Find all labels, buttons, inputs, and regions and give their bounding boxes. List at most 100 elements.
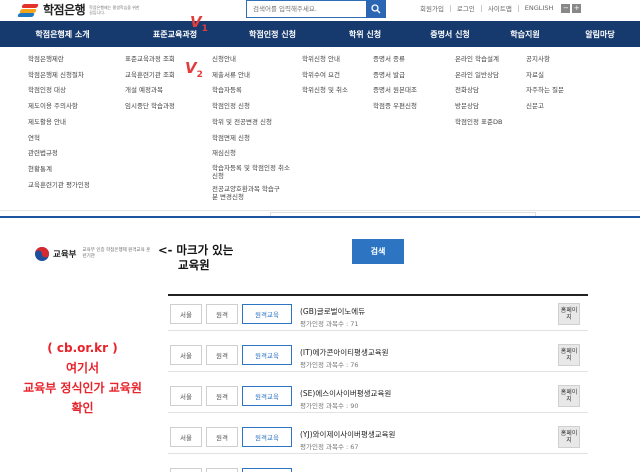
type-tag: 원격	[206, 345, 238, 365]
menu-item[interactable]: 제출서류 안내	[212, 68, 294, 84]
region-tag: 서울	[170, 386, 202, 406]
nav-item-notice[interactable]: 알림마당	[560, 21, 640, 47]
category-tag: 원격교육	[242, 427, 292, 447]
institution-row: 서울 원격 원격교육 (GB)글로벌이노에듀 평가인정 과목수 : 71 홈페이…	[168, 297, 588, 331]
institution-name[interactable]: (SE)에스이사이버평생교육원	[300, 388, 391, 399]
institution-row: 서울 원격 원격교육 (YJ)와이제이사이버평생교육원 평가인정 과목수 : 6…	[168, 420, 588, 454]
font-decrease-button[interactable]: −	[561, 3, 571, 13]
logo-text: 학점은행	[43, 3, 86, 17]
region-tag: 서울	[170, 345, 202, 365]
menu-item[interactable]: 방문상담	[455, 99, 502, 115]
homepage-button[interactable]: 홈페이지	[558, 385, 580, 407]
category-tag: 원격교육	[242, 304, 292, 324]
menu-item[interactable]: 현황통계	[28, 162, 90, 178]
nav-item-degree-application[interactable]: 학위 신청	[320, 21, 410, 47]
institution-count: 평가인정 과목수 : 67	[300, 443, 359, 451]
menu-item[interactable]: 학점인정 대상	[28, 83, 90, 99]
menu-item[interactable]: 공지사항	[526, 52, 564, 68]
moe-certification-mark: 교육부 교육부 인증 학점은행제 원격교육 훈련기관	[34, 246, 152, 262]
annotation-check-1: V1	[190, 13, 208, 35]
english-link[interactable]: ENGLISH	[519, 4, 560, 12]
mark-note-line: 교육원	[178, 258, 210, 272]
category-tag: 원격교육	[242, 345, 292, 365]
menu-item[interactable]: 학점은행제란	[28, 52, 90, 68]
category-tag	[242, 468, 292, 472]
moe-name: 교육부	[53, 250, 77, 260]
main-navigation: 학점은행제 소개 표준교육과정 학점인정 신청 학위 신청 증명서 신청 학습지…	[0, 21, 640, 47]
search-input[interactable]	[247, 1, 365, 17]
menu-item[interactable]: 교육훈련기관 평가인정	[28, 178, 90, 194]
search-submit-button[interactable]: 검색	[352, 239, 404, 264]
login-link[interactable]: 로그인	[451, 3, 481, 13]
menu-item[interactable]: 학습자등록 및 학점인정 취소 신청	[212, 162, 294, 183]
menu-item[interactable]: 전공교양호환과목 학습구분 변경신청	[212, 183, 284, 204]
nav-item-learning-support[interactable]: 학습지원	[490, 21, 560, 47]
homepage-button[interactable]: 홈페이지	[558, 344, 580, 366]
search-button[interactable]	[366, 0, 386, 18]
menu-item[interactable]: 학위 및 전공변경 신청	[212, 115, 294, 131]
menu-item[interactable]: 전화상담	[455, 83, 502, 99]
logo-mark-icon	[17, 3, 40, 17]
region-tag	[170, 468, 202, 472]
menu-item[interactable]: 신문고	[526, 99, 564, 115]
institution-name[interactable]: (IT)에가콘아이티평생교육원	[300, 347, 389, 358]
menu-item[interactable]: 학습자등록	[212, 83, 294, 99]
sitemap-link[interactable]: 사이트맵	[482, 3, 518, 13]
menu-item[interactable]: 신청안내	[212, 52, 294, 68]
menu-item[interactable]: 연혁	[28, 131, 90, 147]
type-tag: 원격	[206, 304, 238, 324]
menu-item[interactable]: 임시중단 학습과정	[125, 99, 175, 115]
menu-item[interactable]: 자주하는 질문	[526, 83, 564, 99]
category-tag: 원격교육	[242, 386, 292, 406]
menu-item[interactable]: 증명서 발급	[373, 68, 417, 84]
search-icon	[371, 4, 381, 14]
red-annotation-line: 확인	[71, 401, 94, 415]
annotation-check-2: V2	[185, 59, 203, 81]
menu-item[interactable]: 온라인 일반상담	[455, 68, 502, 84]
font-increase-button[interactable]: +	[572, 3, 582, 13]
menu-item[interactable]: 학점은행제 신청절차	[28, 68, 90, 84]
logo-subtitle: 학점은행제는 평생학습을 위한 길입니다.	[89, 4, 140, 15]
menu-item[interactable]: 제도이용 주의사항	[28, 99, 90, 115]
menu-item[interactable]: 제도활용 안내	[28, 115, 90, 131]
institution-count: 평가인정 과목수 : 71	[300, 320, 359, 328]
nav-item-standard-curriculum[interactable]: 표준교육과정	[125, 21, 225, 47]
menu-item[interactable]: 학점증 우편신청	[373, 99, 417, 115]
institution-name[interactable]: (YJ)와이제이사이버평생교육원	[300, 429, 395, 440]
type-tag: 원격	[206, 386, 238, 406]
institution-name[interactable]: (GB)글로벌이노에듀	[300, 306, 365, 317]
nav-item-credit-application[interactable]: 학점인정 신청	[225, 21, 320, 47]
menu-column-certificate: 증명서 종류 증명서 발급 증명서 원본대조 학점증 우편신청	[373, 52, 417, 115]
red-annotation: ( cb.or.kr ) 여기서 교육부 정식인가 교육원 확인	[20, 338, 145, 418]
list-top-border	[168, 294, 588, 296]
nav-item-certificate[interactable]: 증명서 신청	[410, 21, 490, 47]
nav-item-intro[interactable]: 학점은행제 소개	[0, 21, 125, 47]
menu-item[interactable]: 학위신청 및 취소	[302, 83, 348, 99]
institution-row: 서울 원격 원격교육 (IT)에가콘아이티평생교육원 평가인정 과목수 : 76…	[168, 338, 588, 372]
menu-item[interactable]: 관련법규정	[28, 146, 90, 162]
menu-item-institution-search[interactable]: 교육훈련기관 조회	[125, 68, 175, 84]
menu-column-credit: 신청안내 제출서류 안내 학습자등록 학점인정 신청 학위 및 전공변경 신청 …	[212, 52, 294, 204]
menu-item[interactable]: 온라인 학습설계	[455, 52, 502, 68]
red-annotation-line: 교육부 정식인가 교육원	[23, 381, 142, 395]
menu-item[interactable]: 자료실	[526, 68, 564, 84]
menu-item[interactable]: 학위신청 안내	[302, 52, 348, 68]
menu-item[interactable]: 학점면제 신청	[212, 131, 294, 147]
homepage-button[interactable]: 홈페이지	[558, 303, 580, 325]
menu-item[interactable]: 개설 예정과목	[125, 83, 175, 99]
menu-column-support: 온라인 학습설계 온라인 일반상담 전화상담 방문상담 학점인정 표준DB	[455, 52, 502, 131]
red-annotation-line: ( cb.or.kr )	[47, 341, 118, 355]
mark-note: <- 마크가 있는 교육원	[158, 243, 233, 273]
menu-column-curriculum: 표준교육과정 조회 교육훈련기관 조회 개설 예정과목 임시중단 학습과정	[125, 52, 175, 115]
signup-link[interactable]: 회원가입	[414, 3, 450, 13]
region-tag: 서울	[170, 304, 202, 324]
menu-item[interactable]: 증명서 종류	[373, 52, 417, 68]
menu-item[interactable]: 재심신청	[212, 146, 294, 162]
menu-item-curriculum-search[interactable]: 표준교육과정 조회	[125, 52, 175, 68]
site-logo[interactable]: 학점은행 학점은행제는 평생학습을 위한 길입니다.	[17, 1, 141, 18]
homepage-button[interactable]: 홈페이지	[558, 426, 580, 448]
menu-item[interactable]: 학점인정 표준DB	[455, 115, 502, 131]
menu-item[interactable]: 학위수여 요건	[302, 68, 348, 84]
menu-item[interactable]: 학점인정 신청	[212, 99, 294, 115]
menu-item[interactable]: 증명서 원본대조	[373, 83, 417, 99]
